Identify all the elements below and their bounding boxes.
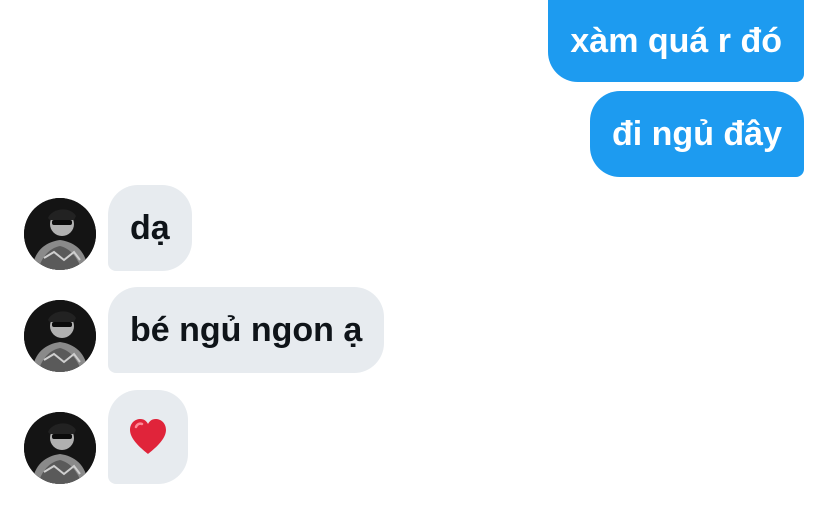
message-text: đi ngủ đây [612, 115, 782, 153]
incoming-message-bubble[interactable]: bé ngủ ngon ạ [108, 287, 385, 373]
outgoing-message-bubble[interactable]: xàm quá r đó [548, 0, 804, 82]
incoming-message-bubble[interactable]: dạ [108, 185, 192, 271]
incoming-message-bubble[interactable] [108, 390, 188, 484]
message-text: xàm quá r đó [570, 22, 782, 60]
profile-photo-icon [24, 300, 96, 372]
profile-photo-icon [24, 412, 96, 484]
message-text: dạ [130, 209, 170, 247]
profile-photo-icon [24, 198, 96, 270]
avatar[interactable] [24, 300, 96, 372]
message-text: bé ngủ ngon ạ [130, 311, 363, 349]
avatar[interactable] [24, 198, 96, 270]
heart-emoji-icon [128, 418, 168, 456]
outgoing-message-bubble[interactable]: đi ngủ đây [590, 91, 804, 177]
avatar[interactable] [24, 412, 96, 484]
